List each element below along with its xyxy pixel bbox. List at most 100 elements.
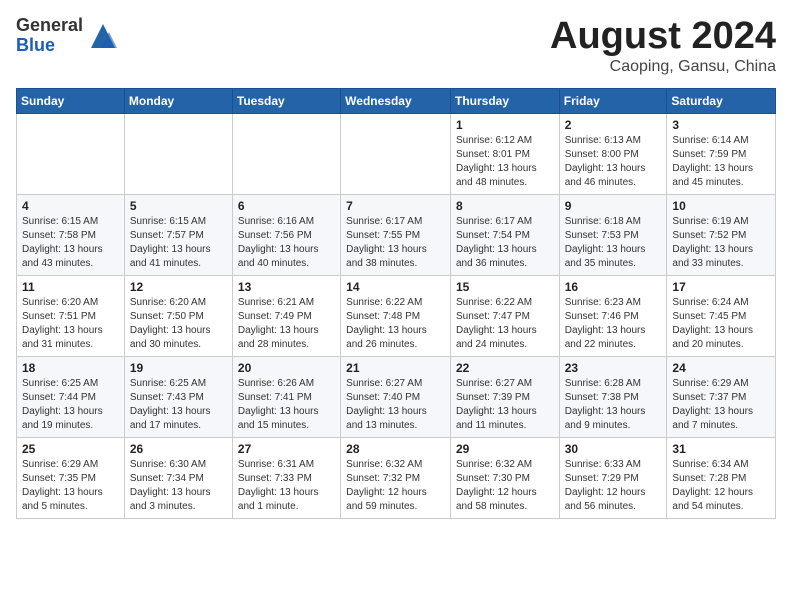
day-number: 8: [456, 199, 554, 213]
day-info: Sunrise: 6:32 AM Sunset: 7:32 PM Dayligh…: [346, 458, 445, 514]
day-header-wednesday: Wednesday: [341, 88, 451, 113]
logo-blue: Blue: [16, 36, 83, 56]
day-info: Sunrise: 6:29 AM Sunset: 7:35 PM Dayligh…: [22, 458, 119, 514]
day-header-tuesday: Tuesday: [232, 88, 340, 113]
calendar-cell: 4 Sunrise: 6:15 AM Sunset: 7:58 PM Daylig…: [17, 194, 125, 275]
calendar-cell: 15 Sunrise: 6:22 AM Sunset: 7:47 PM Dayli…: [450, 275, 559, 356]
header: General Blue August 2024 Caoping, Gansu,…: [16, 16, 776, 76]
location: Caoping, Gansu, China: [550, 58, 776, 76]
calendar-cell: 5 Sunrise: 6:15 AM Sunset: 7:57 PM Daylig…: [124, 194, 232, 275]
day-info: Sunrise: 6:30 AM Sunset: 7:34 PM Dayligh…: [130, 458, 227, 514]
calendar-cell: 22 Sunrise: 6:27 AM Sunset: 7:39 PM Dayli…: [450, 356, 559, 437]
day-number: 3: [672, 118, 770, 132]
calendar-cell: 3 Sunrise: 6:14 AM Sunset: 7:59 PM Daylig…: [667, 113, 776, 194]
day-info: Sunrise: 6:28 AM Sunset: 7:38 PM Dayligh…: [565, 377, 662, 433]
calendar-cell: [124, 113, 232, 194]
day-number: 23: [565, 361, 662, 375]
day-info: Sunrise: 6:20 AM Sunset: 7:51 PM Dayligh…: [22, 296, 119, 352]
day-number: 31: [672, 442, 770, 456]
calendar-cell: 17 Sunrise: 6:24 AM Sunset: 7:45 PM Dayli…: [667, 275, 776, 356]
day-info: Sunrise: 6:24 AM Sunset: 7:45 PM Dayligh…: [672, 296, 770, 352]
day-number: 15: [456, 280, 554, 294]
day-info: Sunrise: 6:16 AM Sunset: 7:56 PM Dayligh…: [238, 215, 335, 271]
calendar-week-2: 4 Sunrise: 6:15 AM Sunset: 7:58 PM Daylig…: [17, 194, 776, 275]
day-info: Sunrise: 6:17 AM Sunset: 7:54 PM Dayligh…: [456, 215, 554, 271]
calendar-week-1: 1Sunrise: 6:12 AM Sunset: 8:01 PM Daylig…: [17, 113, 776, 194]
calendar-cell: 18Sunrise: 6:25 AM Sunset: 7:44 PM Dayli…: [17, 356, 125, 437]
calendar-cell: 16 Sunrise: 6:23 AM Sunset: 7:46 PM Dayli…: [559, 275, 667, 356]
day-number: 4: [22, 199, 119, 213]
day-number: 12: [130, 280, 227, 294]
day-info: Sunrise: 6:27 AM Sunset: 7:39 PM Dayligh…: [456, 377, 554, 433]
day-number: 11: [22, 280, 119, 294]
calendar-cell: 26Sunrise: 6:30 AM Sunset: 7:34 PM Dayli…: [124, 437, 232, 518]
calendar-cell: 21 Sunrise: 6:27 AM Sunset: 7:40 PM Dayli…: [341, 356, 451, 437]
day-info: Sunrise: 6:18 AM Sunset: 7:53 PM Dayligh…: [565, 215, 662, 271]
calendar-cell: 23 Sunrise: 6:28 AM Sunset: 7:38 PM Dayli…: [559, 356, 667, 437]
day-number: 28: [346, 442, 445, 456]
day-info: Sunrise: 6:12 AM Sunset: 8:01 PM Dayligh…: [456, 134, 554, 190]
calendar-cell: 31 Sunrise: 6:34 AM Sunset: 7:28 PM Dayli…: [667, 437, 776, 518]
day-header-thursday: Thursday: [450, 88, 559, 113]
month-title: August 2024: [550, 16, 776, 58]
day-info: Sunrise: 6:34 AM Sunset: 7:28 PM Dayligh…: [672, 458, 770, 514]
logo-general: General: [16, 16, 83, 36]
day-info: Sunrise: 6:13 AM Sunset: 8:00 PM Dayligh…: [565, 134, 662, 190]
day-number: 22: [456, 361, 554, 375]
calendar-cell: 30Sunrise: 6:33 AM Sunset: 7:29 PM Dayli…: [559, 437, 667, 518]
calendar-header-row: SundayMondayTuesdayWednesdayThursdayFrid…: [17, 88, 776, 113]
calendar: SundayMondayTuesdayWednesdayThursdayFrid…: [16, 88, 776, 519]
day-number: 9: [565, 199, 662, 213]
calendar-cell: 9 Sunrise: 6:18 AM Sunset: 7:53 PM Daylig…: [559, 194, 667, 275]
calendar-cell: 24Sunrise: 6:29 AM Sunset: 7:37 PM Dayli…: [667, 356, 776, 437]
day-number: 17: [672, 280, 770, 294]
calendar-cell: 2Sunrise: 6:13 AM Sunset: 8:00 PM Daylig…: [559, 113, 667, 194]
day-number: 19: [130, 361, 227, 375]
day-info: Sunrise: 6:20 AM Sunset: 7:50 PM Dayligh…: [130, 296, 227, 352]
day-number: 6: [238, 199, 335, 213]
day-number: 7: [346, 199, 445, 213]
logo-text: General Blue: [16, 16, 83, 56]
calendar-cell: 27Sunrise: 6:31 AM Sunset: 7:33 PM Dayli…: [232, 437, 340, 518]
calendar-week-4: 18Sunrise: 6:25 AM Sunset: 7:44 PM Dayli…: [17, 356, 776, 437]
day-number: 5: [130, 199, 227, 213]
day-number: 20: [238, 361, 335, 375]
calendar-cell: 13Sunrise: 6:21 AM Sunset: 7:49 PM Dayli…: [232, 275, 340, 356]
calendar-cell: 19 Sunrise: 6:25 AM Sunset: 7:43 PM Dayli…: [124, 356, 232, 437]
calendar-cell: 10 Sunrise: 6:19 AM Sunset: 7:52 PM Dayli…: [667, 194, 776, 275]
day-number: 21: [346, 361, 445, 375]
calendar-cell: 29Sunrise: 6:32 AM Sunset: 7:30 PM Dayli…: [450, 437, 559, 518]
day-header-sunday: Sunday: [17, 88, 125, 113]
calendar-cell: 28 Sunrise: 6:32 AM Sunset: 7:32 PM Dayli…: [341, 437, 451, 518]
day-info: Sunrise: 6:32 AM Sunset: 7:30 PM Dayligh…: [456, 458, 554, 514]
day-info: Sunrise: 6:23 AM Sunset: 7:46 PM Dayligh…: [565, 296, 662, 352]
day-info: Sunrise: 6:14 AM Sunset: 7:59 PM Dayligh…: [672, 134, 770, 190]
day-info: Sunrise: 6:17 AM Sunset: 7:55 PM Dayligh…: [346, 215, 445, 271]
title-block: August 2024 Caoping, Gansu, China: [550, 16, 776, 76]
day-info: Sunrise: 6:27 AM Sunset: 7:40 PM Dayligh…: [346, 377, 445, 433]
calendar-week-5: 25Sunrise: 6:29 AM Sunset: 7:35 PM Dayli…: [17, 437, 776, 518]
calendar-cell: [17, 113, 125, 194]
day-number: 16: [565, 280, 662, 294]
logo-icon: [87, 20, 119, 52]
day-info: Sunrise: 6:19 AM Sunset: 7:52 PM Dayligh…: [672, 215, 770, 271]
calendar-cell: 8 Sunrise: 6:17 AM Sunset: 7:54 PM Daylig…: [450, 194, 559, 275]
day-header-friday: Friday: [559, 88, 667, 113]
day-number: 10: [672, 199, 770, 213]
day-info: Sunrise: 6:22 AM Sunset: 7:48 PM Dayligh…: [346, 296, 445, 352]
logo: General Blue: [16, 16, 119, 56]
day-info: Sunrise: 6:21 AM Sunset: 7:49 PM Dayligh…: [238, 296, 335, 352]
calendar-cell: 7 Sunrise: 6:17 AM Sunset: 7:55 PM Daylig…: [341, 194, 451, 275]
calendar-cell: [341, 113, 451, 194]
calendar-cell: 14Sunrise: 6:22 AM Sunset: 7:48 PM Dayli…: [341, 275, 451, 356]
day-number: 27: [238, 442, 335, 456]
day-info: Sunrise: 6:15 AM Sunset: 7:58 PM Dayligh…: [22, 215, 119, 271]
day-info: Sunrise: 6:26 AM Sunset: 7:41 PM Dayligh…: [238, 377, 335, 433]
day-info: Sunrise: 6:22 AM Sunset: 7:47 PM Dayligh…: [456, 296, 554, 352]
calendar-cell: 6 Sunrise: 6:16 AM Sunset: 7:56 PM Daylig…: [232, 194, 340, 275]
day-info: Sunrise: 6:15 AM Sunset: 7:57 PM Dayligh…: [130, 215, 227, 271]
day-info: Sunrise: 6:33 AM Sunset: 7:29 PM Dayligh…: [565, 458, 662, 514]
day-info: Sunrise: 6:25 AM Sunset: 7:43 PM Dayligh…: [130, 377, 227, 433]
day-info: Sunrise: 6:25 AM Sunset: 7:44 PM Dayligh…: [22, 377, 119, 433]
day-header-saturday: Saturday: [667, 88, 776, 113]
